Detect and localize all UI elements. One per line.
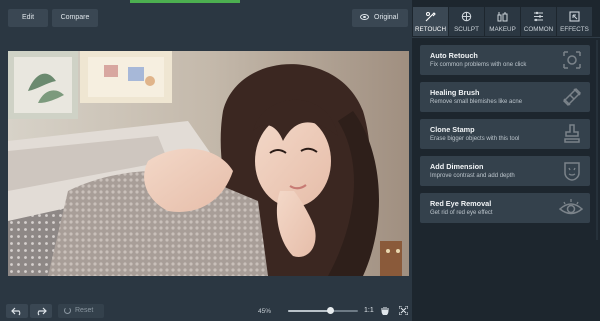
- portrait-photo: [8, 51, 409, 276]
- tab-label: MAKEUP: [489, 26, 516, 33]
- compare-button[interactable]: Compare: [52, 9, 98, 27]
- tool-description: Get rid of red eye effect: [430, 210, 493, 216]
- edit-button[interactable]: Edit: [8, 9, 48, 27]
- auto-retouch-icon: [563, 51, 581, 69]
- retouch-icon: [425, 12, 436, 22]
- sliders-icon: [534, 11, 543, 22]
- tool-title: Add Dimension: [430, 162, 484, 171]
- tool-title: Auto Retouch: [430, 51, 478, 60]
- tabs-divider: [412, 37, 600, 38]
- tool-clone-stamp[interactable]: Clone Stamp Erase bigger objects with th…: [420, 119, 590, 149]
- tool-tabs: RETOUCH SCULPT MAKEUP COMMON EFFECTS: [412, 7, 594, 36]
- add-dimension-icon: [564, 162, 580, 181]
- tab-label: COMMON: [523, 26, 554, 33]
- reset-label: Reset: [75, 307, 94, 314]
- red-eye-icon: [558, 199, 584, 215]
- tool-description: Erase bigger objects with this tool: [430, 136, 520, 142]
- tool-title: Healing Brush: [430, 88, 480, 97]
- tab-label: EFFECTS: [560, 26, 589, 33]
- tool-healing-brush[interactable]: Healing Brush Remove small blemishes lik…: [420, 82, 590, 112]
- tool-add-dimension[interactable]: Add Dimension Improve contrast and add d…: [420, 156, 590, 186]
- effects-icon: [569, 11, 580, 22]
- tool-title: Clone Stamp: [430, 125, 475, 134]
- reset-button[interactable]: Reset: [58, 304, 104, 318]
- tool-auto-retouch[interactable]: Auto Retouch Fix common problems with on…: [420, 45, 590, 75]
- zoom-slider[interactable]: [288, 310, 358, 312]
- photo-editor-window: Edit Compare Original Reset 45% 1:1 RETO…: [0, 0, 600, 321]
- makeup-icon: [497, 12, 508, 22]
- tab-retouch[interactable]: RETOUCH: [413, 7, 448, 36]
- tab-label: RETOUCH: [414, 26, 447, 33]
- tool-description: Improve contrast and add depth: [430, 173, 515, 179]
- original-label: Original: [374, 14, 399, 21]
- hand-icon[interactable]: [381, 306, 389, 315]
- reset-icon: [64, 307, 71, 314]
- zoom-slider-handle[interactable]: [326, 307, 334, 314]
- redo-button[interactable]: [30, 304, 52, 318]
- fullscreen-icon[interactable]: [399, 306, 408, 315]
- tool-title: Red Eye Removal: [430, 199, 492, 208]
- tab-label: SCULPT: [454, 26, 479, 33]
- actual-size-button[interactable]: 1:1: [364, 307, 374, 314]
- active-mode-indicator: [130, 0, 240, 3]
- tool-description: Fix common problems with one click: [430, 62, 527, 68]
- original-button[interactable]: Original: [352, 9, 408, 27]
- tab-effects[interactable]: EFFECTS: [557, 7, 592, 36]
- tool-description: Remove small blemishes like acne: [430, 99, 523, 105]
- undo-button[interactable]: [6, 304, 28, 318]
- tool-red-eye-removal[interactable]: Red Eye Removal Get rid of red eye effec…: [420, 193, 590, 223]
- photo-canvas[interactable]: [8, 51, 409, 276]
- clone-stamp-icon: [564, 124, 580, 143]
- undo-icon: [11, 307, 21, 316]
- tab-common[interactable]: COMMON: [521, 7, 556, 36]
- panel-scrollbar[interactable]: [596, 40, 598, 240]
- zoom-percentage: 45%: [258, 308, 272, 315]
- healing-brush-icon: [562, 87, 582, 107]
- redo-icon: [37, 307, 47, 316]
- eye-icon: [360, 14, 369, 21]
- zoom-slider-fill: [288, 310, 330, 312]
- tab-makeup[interactable]: MAKEUP: [485, 7, 520, 36]
- sculpt-icon: [461, 11, 472, 22]
- tab-sculpt[interactable]: SCULPT: [449, 7, 484, 36]
